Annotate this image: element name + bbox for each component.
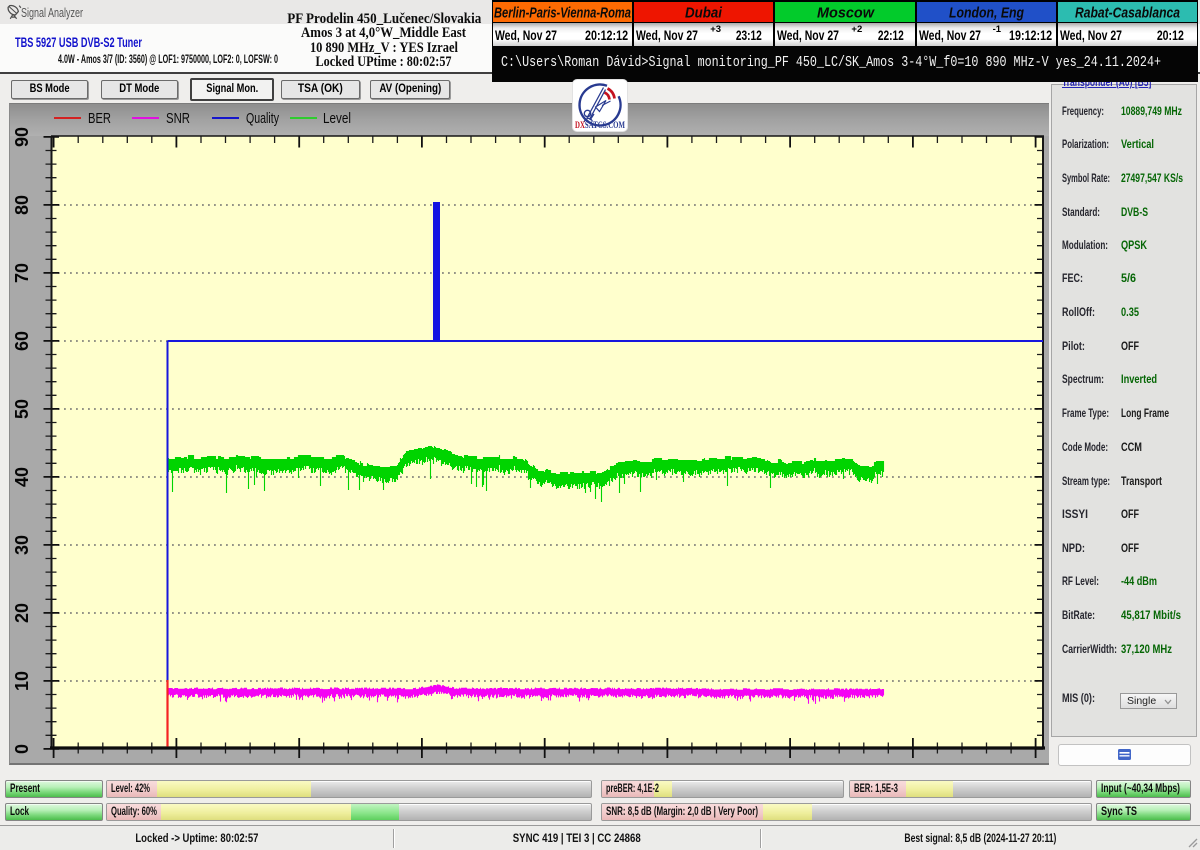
svg-text:Berlin-Paris-Vienna-Roma: Berlin-Paris-Vienna-Roma: [494, 5, 631, 22]
svg-text:30: 30: [12, 535, 32, 555]
svg-text:90: 90: [12, 127, 32, 147]
svg-text:Moscow: Moscow: [817, 5, 875, 22]
svg-text:BER: BER: [88, 111, 111, 127]
svg-text:SNR: SNR: [166, 111, 190, 127]
svg-text:20: 20: [12, 603, 32, 623]
svg-text:London, Eng: London, Eng: [949, 5, 1024, 22]
svg-text:40: 40: [12, 467, 32, 487]
svg-text:Dubai: Dubai: [685, 5, 723, 22]
svg-text:Rabat-Casablanca: Rabat-Casablanca: [1075, 5, 1180, 22]
svg-text:0: 0: [12, 744, 32, 754]
svg-text:DXSATCS.COM: DXSATCS.COM: [575, 120, 625, 130]
svg-text:60: 60: [12, 331, 32, 351]
svg-text:70: 70: [12, 263, 32, 283]
svg-text:Quality: Quality: [246, 111, 280, 127]
svg-text:80: 80: [12, 195, 32, 215]
svg-text:Level: Level: [323, 111, 351, 127]
svg-text:50: 50: [12, 399, 32, 419]
svg-text:10: 10: [12, 671, 32, 691]
